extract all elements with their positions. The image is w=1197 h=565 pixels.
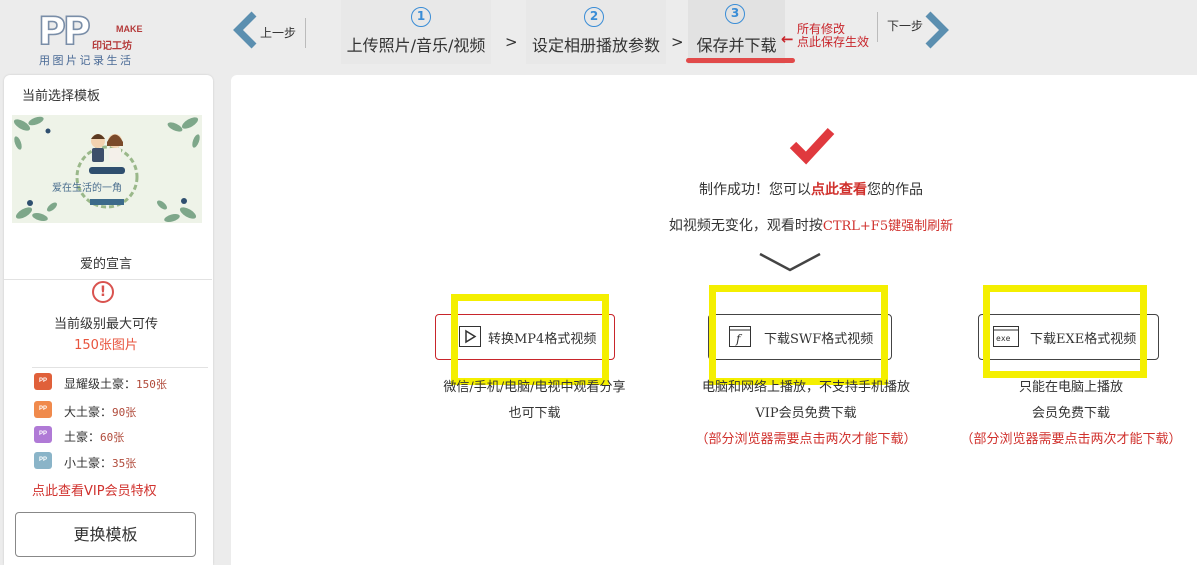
play-icon (459, 326, 481, 347)
logo-yinji: 印记工坊 (92, 41, 132, 52)
logo[interactable]: PP MAKE 印记工坊 用图片记录生活 (36, 9, 148, 68)
step-settings[interactable]: 2 设定相册播放参数 (526, 0, 666, 64)
download-exe-button[interactable]: exe 下载EXE格式视频 (978, 314, 1159, 360)
step-label: 上传照片/音乐/视频 (346, 36, 486, 55)
exe-icon: exe (993, 326, 1019, 347)
divider (877, 12, 878, 42)
level-item: PP 显耀级土豪：150张 (34, 373, 204, 393)
level-badge-icon: PP (34, 426, 52, 443)
step-number: 1 (411, 7, 431, 27)
desc-line: VIP会员免费下载 (755, 406, 857, 421)
prev-step-link[interactable]: 上一步 (260, 24, 296, 41)
level-badge-icon: PP (34, 373, 52, 390)
main-panel: 制作成功！您可以点此查看您的作品 如视频无变化，观看时按CTRL+F5键强制刷新… (231, 75, 1197, 565)
flash-icon: f (729, 326, 751, 347)
success-prefix: 制作成功！您可以 (699, 182, 811, 198)
divider (305, 18, 306, 48)
desc-note: （部分浏览器需要点击两次才能下载） (695, 432, 917, 447)
view-work-link[interactable]: 点此查看 (811, 182, 867, 198)
refresh-hint: 如视频无变化，观看时按CTRL+F5键强制刷新 (231, 215, 1197, 235)
level-value: 150张 (136, 378, 167, 391)
step-upload[interactable]: 1 上传照片/音乐/视频 (341, 0, 491, 64)
button-label: 下载SWF格式视频 (764, 332, 874, 347)
svg-text:f: f (735, 332, 743, 346)
step-number: 3 (725, 4, 745, 24)
step-number: 2 (584, 7, 604, 27)
template-thumbnail[interactable]: 爱在生活的一角 (12, 115, 202, 223)
save-note-line2: 点此保存生效 (797, 35, 870, 49)
logo-make: MAKE (116, 24, 143, 34)
level-item: PP 土豪：60张 (34, 426, 204, 446)
level-item: PP 小土豪：35张 (34, 452, 204, 472)
level-name: 小土豪： (64, 456, 113, 470)
desc-note: （部分浏览器需要点击两次才能下载） (960, 432, 1182, 447)
desc-line: 电脑和网络上播放，不支持手机播放 (701, 380, 910, 395)
download-swf-button[interactable]: f 下载SWF格式视频 (708, 314, 892, 360)
upload-limit-value: 150张图片 (74, 338, 138, 353)
level-badge-icon: PP (34, 401, 52, 418)
convert-mp4-button[interactable]: 转换MP4格式视频 (435, 314, 615, 360)
exe-description: 只能在电脑上播放 会员免费下载 （部分浏览器需要点击两次才能下载） (951, 375, 1191, 453)
vip-privileges-link[interactable]: 点此查看VIP会员特权 (32, 480, 157, 499)
checkmark-icon (789, 127, 835, 165)
divider (4, 279, 212, 280)
level-value: 90张 (112, 406, 137, 419)
logo-slogan: 用图片记录生活 (39, 54, 134, 67)
logo-pp: PP (37, 9, 91, 53)
step-save-download[interactable]: 3 保存并下载 (688, 0, 785, 64)
template-thumbnail-image: 爱在生活的一角 (12, 115, 202, 223)
success-message: 制作成功！您可以点此查看您的作品 (231, 179, 1197, 199)
prev-arrow-icon[interactable] (232, 10, 260, 50)
button-label: 转换MP4格式视频 (488, 332, 597, 347)
button-label: 下载EXE格式视频 (1030, 332, 1137, 347)
next-arrow-icon[interactable] (922, 10, 950, 50)
level-value: 60张 (100, 431, 125, 444)
refresh-prefix: 如视频无变化，观看时按 (668, 218, 823, 234)
desc-line: 微信/手机/电脑/电视中观看分享 (443, 380, 626, 395)
upload-limit-label: 当前级别最大可传 (53, 317, 158, 332)
warning-icon: ! (92, 281, 114, 303)
change-template-button[interactable]: 更换模板 (15, 512, 196, 557)
svg-text:exe: exe (996, 334, 1011, 343)
level-item: PP 大土豪：90张 (34, 401, 204, 421)
template-sidebar: 当前选择模板 爱在生活的一角 爱的宣言 ! 当前级别最大可传 150张图片 PP… (4, 75, 213, 565)
thumbnail-caption: 爱在生活的一角 (52, 181, 122, 194)
chevron-down-icon (759, 252, 821, 272)
step-separator: > (505, 33, 518, 51)
level-badge-icon: PP (34, 452, 52, 469)
refresh-key-hint: CTRL+F5键强制刷新 (822, 219, 954, 234)
mp4-description: 微信/手机/电脑/电视中观看分享 也可下载 (417, 375, 652, 427)
swf-description: 电脑和网络上播放，不支持手机播放 VIP会员免费下载 （部分浏览器需要点击两次才… (686, 375, 926, 453)
desc-line: 只能在电脑上播放 (1018, 380, 1123, 395)
success-suffix: 您的作品 (867, 182, 923, 198)
level-name: 土豪： (64, 430, 101, 444)
level-value: 35张 (112, 457, 137, 470)
step-label: 设定相册播放参数 (531, 36, 660, 55)
template-name: 爱的宣言 (79, 257, 132, 272)
level-name: 大土豪： (64, 405, 113, 419)
desc-line: 会员免费下载 (1031, 406, 1110, 421)
divider (32, 367, 208, 368)
top-header: PP MAKE 印记工坊 用图片记录生活 上一步 1 上传照片/音乐/视频 > … (0, 0, 1197, 72)
left-arrow-icon: ← (781, 30, 794, 48)
next-step-link[interactable]: 下一步 (887, 17, 923, 34)
active-step-underline (686, 58, 795, 63)
step-separator: > (671, 33, 684, 51)
step-label: 保存并下载 (696, 36, 777, 55)
level-name: 显耀级土豪： (64, 377, 137, 391)
sidebar-title: 当前选择模板 (22, 89, 101, 104)
desc-line: 也可下载 (508, 406, 561, 421)
